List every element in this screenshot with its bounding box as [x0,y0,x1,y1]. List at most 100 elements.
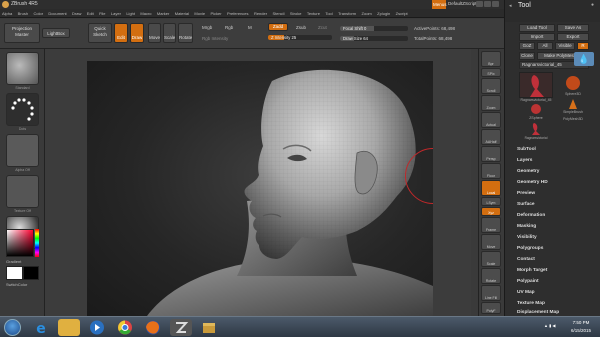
local-button[interactable]: Local [481,180,501,196]
menu-item[interactable]: Document [46,9,68,16]
zsub-toggle[interactable]: Zsub [296,25,306,30]
firefox-icon[interactable] [142,319,164,336]
draw-size-slider[interactable]: Draw Size 64 [340,36,408,41]
zcut-toggle[interactable]: Zcut [318,25,327,30]
subpalette-displacement-map[interactable]: Displacement Map [517,310,559,315]
draw-button[interactable]: Draw [130,23,144,43]
lsym-button[interactable]: LSym [481,197,501,206]
scale-button[interactable]: Scale [163,23,176,43]
scroll-button[interactable]: Scroll [481,78,501,94]
menu-item[interactable]: Macro [138,9,153,16]
subpalette-deformation[interactable]: Deformation [517,213,545,218]
rgb-intensity-slider[interactable]: Rgb Intensity [202,36,228,41]
subpalette-geometry[interactable]: Geometry [517,169,539,174]
zadd-toggle[interactable]: Zadd [268,23,288,31]
menu-item[interactable]: Transform [336,9,358,16]
all-button[interactable]: All [537,42,553,50]
water-drops-icon[interactable]: 💧 [574,52,594,66]
brush-standard-thumbnail[interactable] [6,52,39,85]
actual-button[interactable]: Actual [481,112,501,128]
menu-item[interactable]: Preferences [225,9,251,16]
bpr-button[interactable]: Bpr [481,51,501,67]
subpalette-polypaint[interactable]: Polypaint [517,279,539,284]
chrome-icon[interactable] [114,319,136,336]
switch-color-button[interactable]: SwitchColor [6,282,27,287]
load-tool-button[interactable]: Load Tool [519,24,555,32]
system-tray-icons[interactable]: ▲ ▮ ◀ [544,323,555,328]
subpalette-surface[interactable]: Surface [517,202,535,207]
move-button[interactable]: Move [148,23,161,43]
menu-item[interactable]: Layer [109,9,123,16]
menu-item[interactable]: Zplugin [375,9,392,16]
close-icon[interactable] [492,1,499,7]
file-explorer-icon[interactable] [58,319,80,336]
minimize-icon[interactable] [476,1,483,7]
collapse-icon[interactable]: ◂ [509,3,512,9]
rotate-view-button[interactable]: Rotate [481,268,501,284]
menu-item[interactable]: Movie [192,9,207,16]
menu-item[interactable]: Brush [16,9,30,16]
menus-button[interactable]: Menus [432,0,447,9]
subpalette-layers[interactable]: Layers [517,158,532,163]
tool-thumbnail[interactable] [557,97,589,111]
tool-thumbnail[interactable] [519,102,553,116]
subpalette-polygroups[interactable]: Polygroups [517,246,543,251]
xyz-button[interactable]: Xyz [481,207,501,216]
menu-item[interactable]: File [97,9,107,16]
spix-button[interactable]: SPix [481,68,501,77]
zoom-button[interactable]: Zoom [481,95,501,111]
color-picker[interactable] [6,229,34,257]
projection-master-button[interactable]: Projection Master [4,23,40,43]
media-player-icon[interactable] [86,319,108,336]
texture-thumbnail[interactable] [6,175,39,208]
m-toggle[interactable]: M [248,25,252,30]
aahalf-button[interactable]: AAHalf [481,129,501,145]
subpalette-visibility[interactable]: Visibility [517,235,537,240]
main-color-swatch[interactable] [6,266,23,280]
scale-view-button[interactable]: Scale [481,251,501,267]
persp-button[interactable]: Persp [481,146,501,162]
clock-date[interactable]: 6/15/2015 [566,328,596,333]
subpalette-texture-map[interactable]: Texture Map [517,301,545,306]
internet-explorer-icon[interactable]: e [30,319,52,337]
menu-item[interactable]: Render [252,9,269,16]
mrgb-toggle[interactable]: Mrgb [202,25,212,30]
edit-button[interactable]: Edit [114,23,128,43]
maximize-icon[interactable] [484,1,491,7]
subpalette-morph-target[interactable]: Morph Target [517,268,547,273]
menu-item[interactable]: Light [124,9,137,16]
goz-button[interactable]: GoZ [519,42,535,50]
move-view-button[interactable]: Move [481,234,501,250]
quick-sketch-button[interactable]: Quick Sketch [88,23,112,43]
tool-thumbnail[interactable] [557,74,589,94]
menu-item[interactable]: Marker [155,9,171,16]
menu-item[interactable]: Stencil [270,9,286,16]
menu-item[interactable]: Color [31,9,45,16]
clock-time[interactable]: 7:50 PM [566,320,596,325]
export-button[interactable]: Export [557,33,589,41]
rgb-toggle[interactable]: Rgb [225,25,233,30]
menu-item[interactable]: Alpha [0,9,14,16]
menu-item[interactable]: Tool [323,9,334,16]
line-fill-button[interactable]: Line Fill [481,285,501,301]
menu-item[interactable]: Zoom [360,9,374,16]
alpha-thumbnail[interactable] [6,134,39,167]
menu-item[interactable]: Stroke [288,9,304,16]
subpalette-geometry-hd[interactable]: Geometry HD [517,180,548,185]
menu-item[interactable]: Picker [208,9,223,16]
tool-thumbnail[interactable] [519,72,553,98]
package-icon[interactable] [198,319,220,336]
menu-item[interactable]: Draw [70,9,83,16]
document-canvas[interactable] [87,61,433,316]
hue-slider[interactable] [35,229,39,257]
rotate-button[interactable]: Rotate [178,23,193,43]
clone-button[interactable]: Clone [519,52,535,60]
visible-button[interactable]: Visible [555,42,575,50]
default-script-label[interactable]: DefaultZScript [448,1,477,6]
frame-button[interactable]: Frame [481,217,501,233]
stroke-dots-thumbnail[interactable] [6,93,39,126]
subpalette-masking[interactable]: Masking [517,224,536,229]
subpalette-contact[interactable]: Contact [517,257,535,262]
r-button[interactable]: R [577,42,589,50]
subpalette-subtool[interactable]: SubTool [517,147,536,152]
